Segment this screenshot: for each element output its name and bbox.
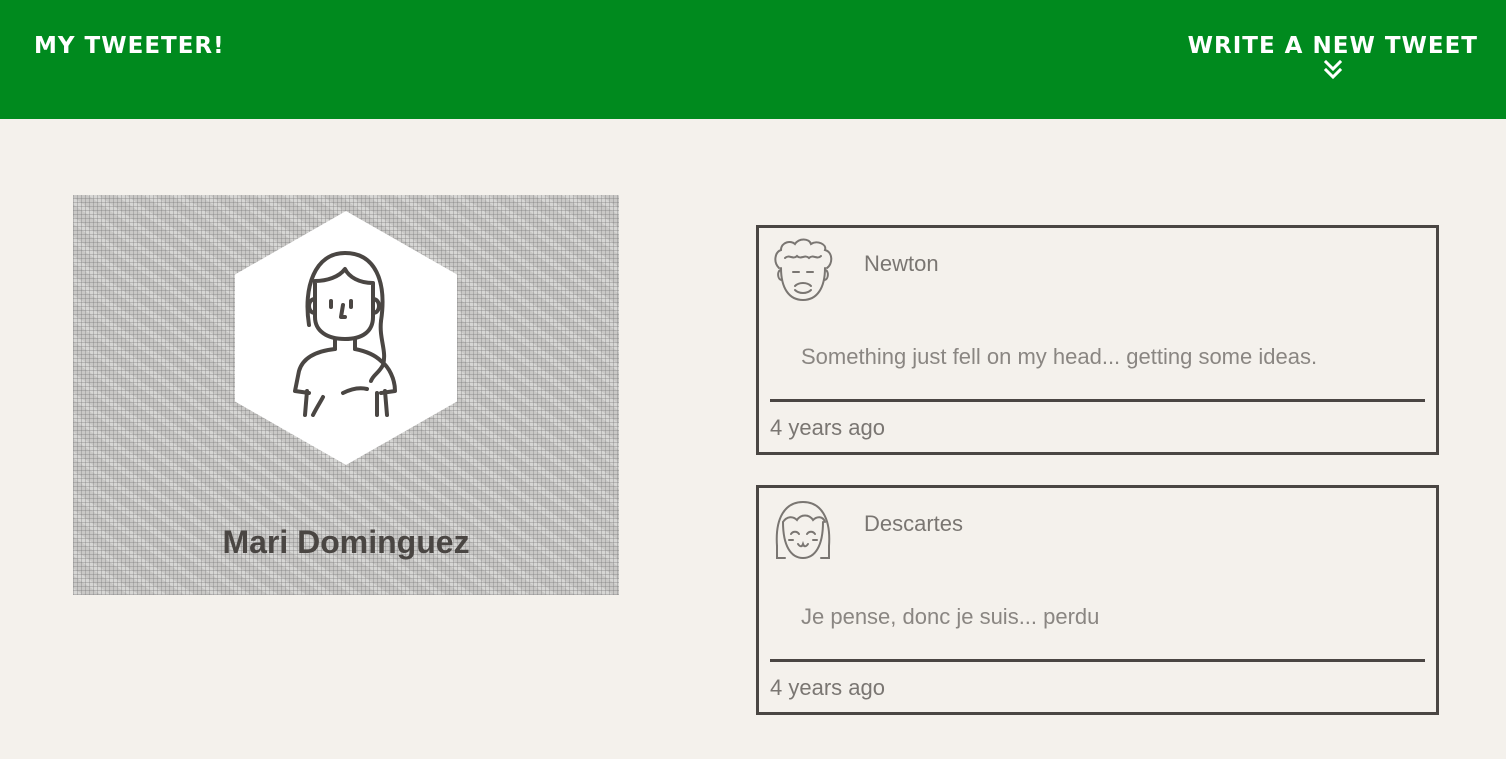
- profile-name: Mari Dominguez: [222, 524, 470, 560]
- compose-tweet-label: Write a new tweet: [1187, 33, 1478, 59]
- top-navigation-bar: My Tweeter! Write a new tweet: [0, 0, 1506, 119]
- smiling-bangs-avatar-icon: [775, 500, 831, 560]
- tweet-divider: [770, 659, 1425, 662]
- curly-hair-man-avatar-icon: [774, 238, 833, 302]
- tweet-timestamp: 4 years ago: [770, 415, 885, 440]
- tweet-text: Something just fell on my head... gettin…: [801, 344, 1318, 369]
- tweet-author-handle[interactable]: Newton: [864, 251, 939, 277]
- compose-tweet-toggle[interactable]: Write a new tweet: [1188, 33, 1478, 81]
- tweet-text: Je pense, donc je suis... perdu: [801, 604, 1100, 629]
- double-chevron-down-icon: [1323, 59, 1342, 80]
- tweet-timestamp: 4 years ago: [770, 675, 885, 700]
- site-brand-link[interactable]: My Tweeter!: [34, 33, 225, 59]
- woman-avatar-icon: [293, 251, 397, 417]
- tweet-author-handle[interactable]: Descartes: [864, 511, 963, 537]
- tweet-card: Newton Something just fell on my head...…: [756, 225, 1439, 455]
- tweet-divider: [770, 399, 1425, 402]
- profile-card: Mari Dominguez: [73, 195, 619, 595]
- tweet-card: Descartes Je pense, donc je suis... perd…: [756, 485, 1439, 715]
